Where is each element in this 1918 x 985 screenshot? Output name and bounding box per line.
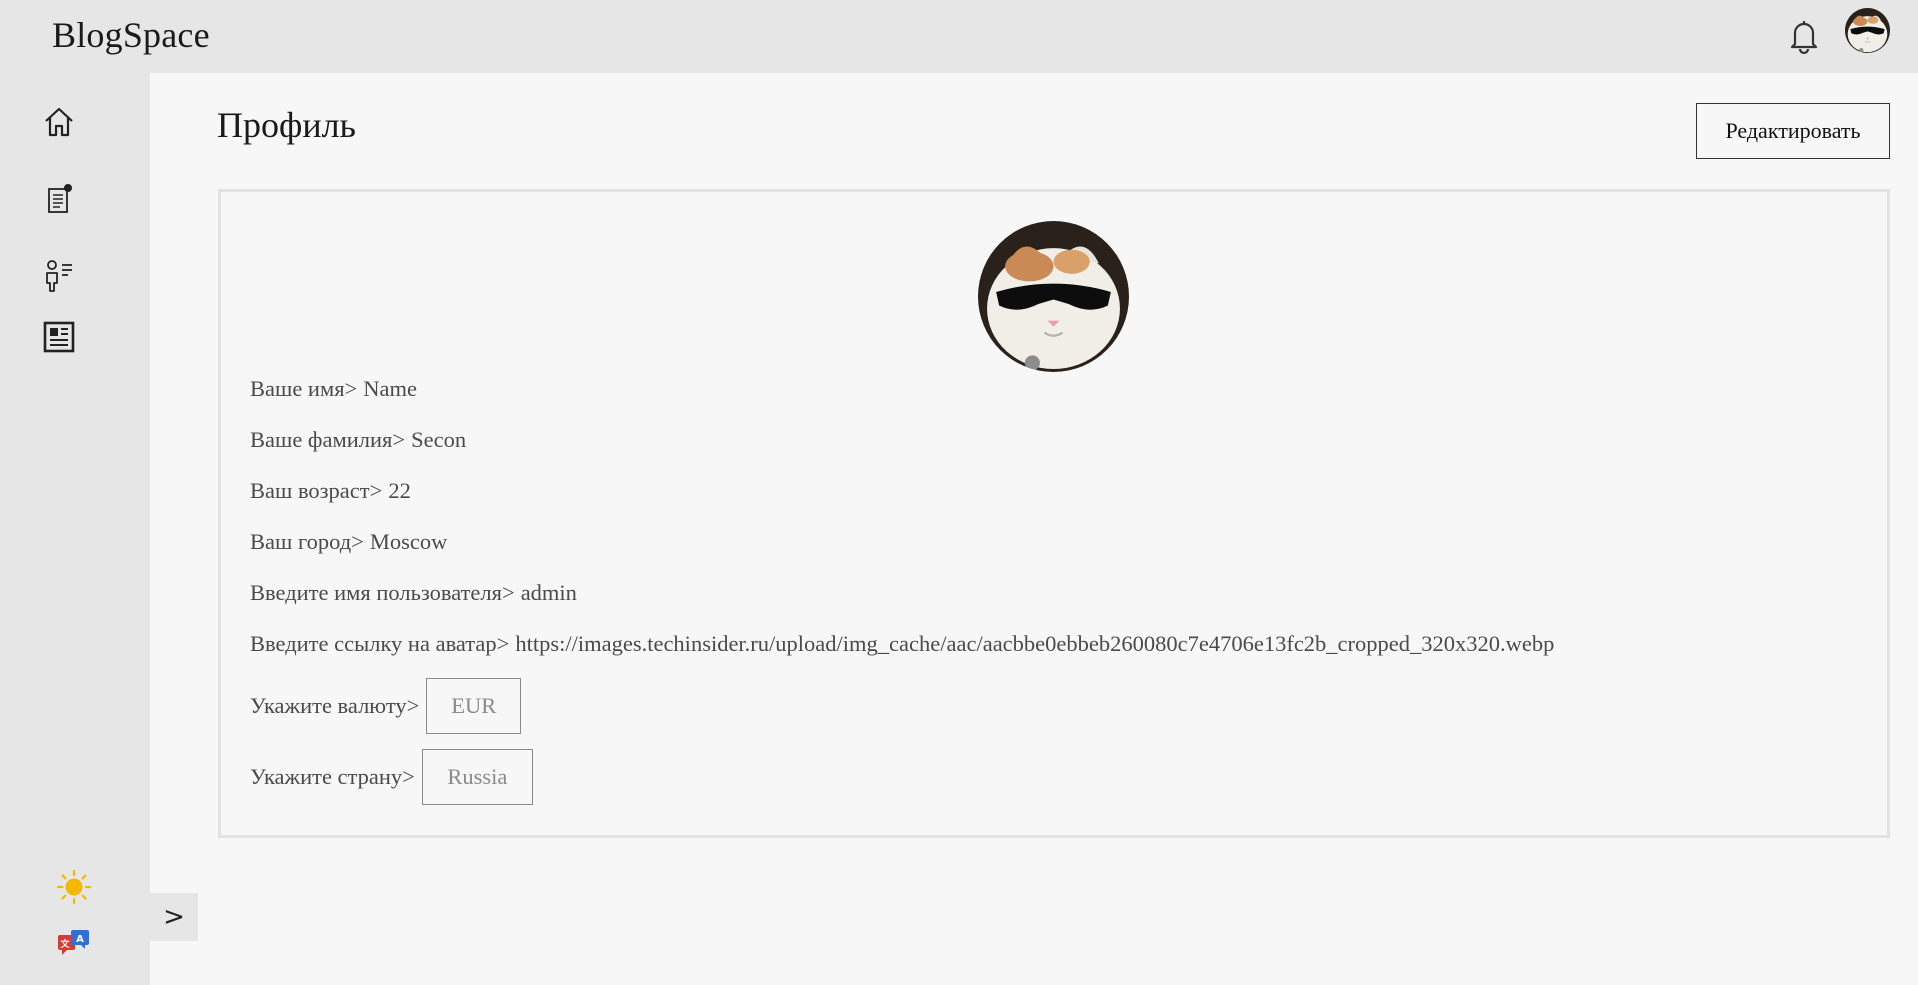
field-label: Введите ссылку на аватар>: [250, 631, 510, 656]
field-value: https://images.techinsider.ru/upload/img…: [515, 631, 1555, 656]
field-value: Moscow: [369, 529, 448, 554]
field-username: Введите имя пользователя> admin: [250, 580, 577, 606]
country-select[interactable]: Russia: [421, 749, 533, 805]
profile-avatar: [978, 221, 1129, 372]
field-currency: Укажите валюту> EUR: [250, 678, 522, 734]
field-label: Введите имя пользователя>: [250, 580, 515, 605]
field-label: Ваше имя>: [250, 376, 358, 401]
currency-select[interactable]: EUR: [426, 678, 522, 734]
field-label: Ваш город>: [250, 529, 364, 554]
field-value: 22: [388, 478, 411, 503]
field-label: Укажите страну>: [250, 764, 415, 789]
top-bar: BlogSpace: [0, 0, 1918, 73]
field-value: admin: [520, 580, 577, 605]
field-city: Ваш город> Moscow: [250, 529, 447, 555]
field-label: Ваше фамилия>: [250, 427, 406, 452]
home-icon[interactable]: [40, 103, 78, 141]
svg-text:文: 文: [59, 938, 70, 950]
users-list-icon[interactable]: [40, 256, 78, 294]
sidebar-collapse-button[interactable]: >: [150, 893, 198, 941]
article-icon[interactable]: [40, 318, 78, 356]
translate-icon[interactable]: A 文: [55, 923, 93, 961]
field-first-name: Ваше имя> Name: [250, 376, 417, 402]
field-age: Ваш возраст> 22: [250, 478, 411, 504]
posts-notification-icon[interactable]: [40, 180, 78, 218]
field-label: Укажите валюту>: [250, 693, 420, 718]
bell-icon[interactable]: [1784, 16, 1824, 56]
sun-icon[interactable]: [55, 868, 93, 906]
field-value: Secon: [411, 427, 467, 452]
app-logo[interactable]: BlogSpace: [52, 14, 210, 56]
field-country: Укажите страну> Russia: [250, 749, 533, 805]
page-title: Профиль: [217, 105, 356, 145]
field-value: Name: [363, 376, 417, 401]
edit-profile-button[interactable]: Редактировать: [1696, 103, 1890, 159]
user-avatar[interactable]: [1845, 8, 1890, 53]
svg-text:A: A: [76, 934, 84, 945]
field-label: Ваш возраст>: [250, 478, 383, 503]
field-last-name: Ваше фамилия> Secon: [250, 427, 466, 453]
field-avatar-url: Введите ссылку на аватар> https://images…: [250, 631, 1554, 657]
sidebar: A 文: [0, 73, 150, 985]
